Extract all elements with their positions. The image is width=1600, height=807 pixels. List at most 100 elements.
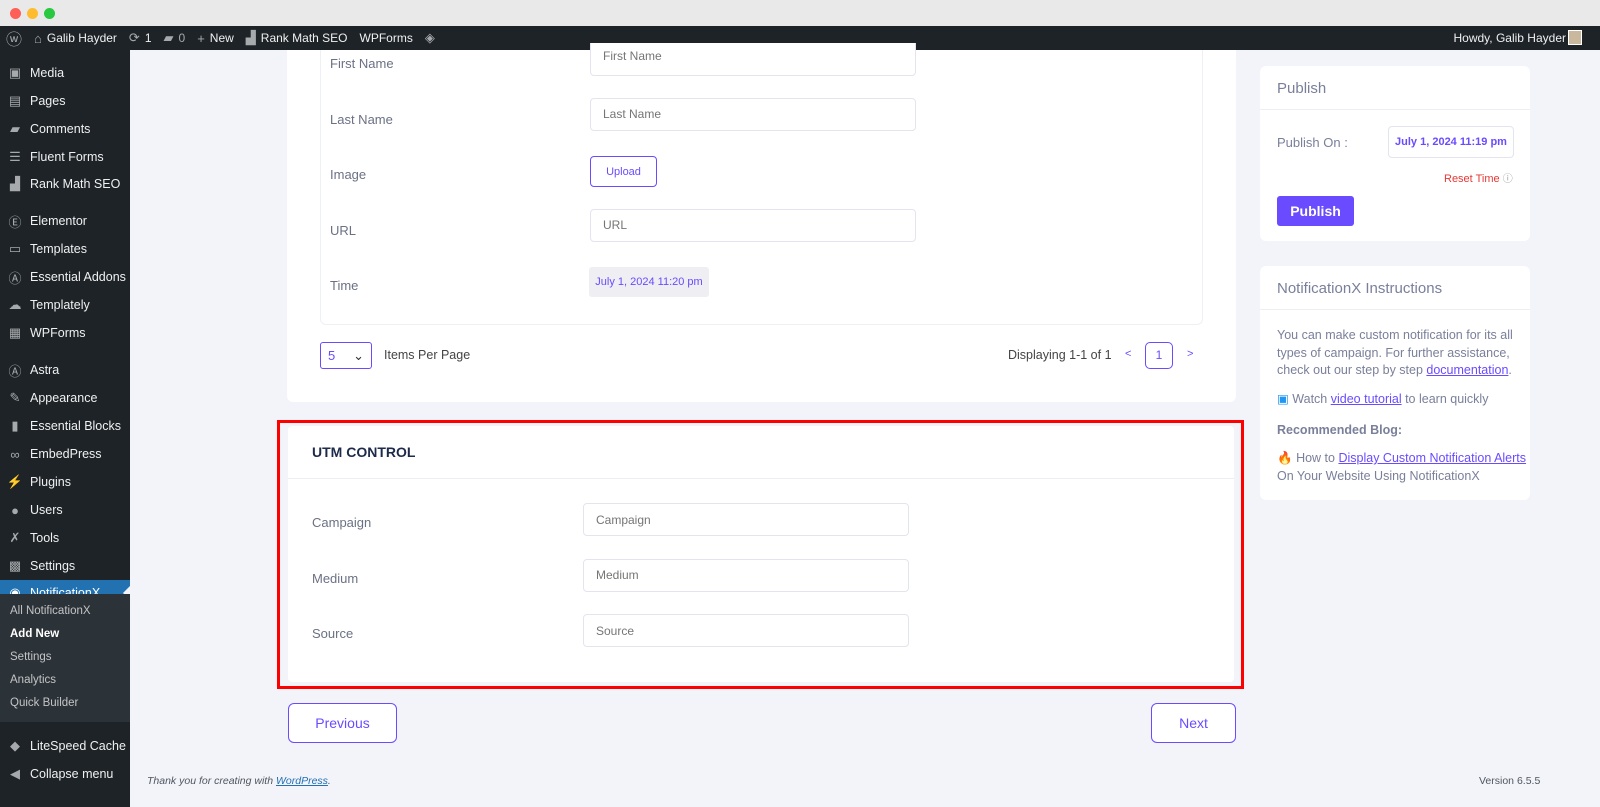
folder-icon: ▭: [8, 241, 22, 256]
site-name-link[interactable]: ⌂ Galib Hayder: [34, 31, 117, 46]
items-per-page-select[interactable]: 5 ⌄: [320, 342, 372, 369]
sidebar-item-templates[interactable]: ▭ Templates: [0, 236, 130, 262]
submenu-item-analytics[interactable]: Analytics: [10, 674, 56, 686]
sidebar-item-essential-blocks[interactable]: ▮ Essential Blocks: [0, 413, 130, 439]
publish-card: Publish Publish On : July 1, 2024 11:19 …: [1260, 66, 1530, 241]
sidebar-item-appearance[interactable]: ✎ Appearance: [0, 385, 130, 411]
publish-date-field[interactable]: July 1, 2024 11:19 pm: [1388, 126, 1514, 158]
comments-link[interactable]: ▰ 0: [164, 30, 186, 46]
items-per-page-label: Items Per Page: [384, 348, 471, 362]
publish-on-label: Publish On :: [1277, 135, 1348, 150]
elementor-icon: Ⓔ: [8, 214, 22, 230]
sidebar-litespeed[interactable]: ◆ LiteSpeed Cache: [0, 733, 130, 759]
sidebar-item-fluent-forms[interactable]: ☰ Fluent Forms: [0, 144, 130, 170]
admin-sidebar: ▣ Media ▤ Pages ▰ Comments ☰ Fluent Forms ▟ Rank …: [0, 50, 130, 807]
sidebar-item-plugins[interactable]: ⚡ Plugins: [0, 469, 130, 495]
diamond-icon[interactable]: ◈: [425, 30, 435, 46]
documentation-link[interactable]: documentation: [1426, 363, 1508, 377]
sidebar-item-wpforms[interactable]: ▦ WPForms: [0, 320, 130, 346]
sidebar-item-label: Settings: [30, 559, 76, 573]
field-label: Last Name: [330, 111, 393, 127]
pages-icon: ▤: [8, 93, 22, 108]
avatar[interactable]: [1568, 30, 1582, 45]
video-tutorial-link[interactable]: video tutorial: [1331, 392, 1402, 406]
notificationx-submenu: All NotificationX Add New Settings Analytic…: [0, 594, 130, 722]
sidebar-item-media[interactable]: ▣ Media: [0, 60, 130, 86]
wpforms-link[interactable]: WPForms: [360, 31, 413, 45]
sidebar-item-tools[interactable]: ✗ Tools: [0, 525, 130, 551]
media-icon: ▣: [8, 65, 22, 80]
submenu-item-all-notificationx[interactable]: All NotificationX: [10, 605, 91, 617]
sidebar-item-settings[interactable]: ▩ Settings: [0, 553, 130, 579]
utm-title: UTM CONTROL: [312, 444, 416, 460]
publish-button[interactable]: Publish: [1277, 196, 1354, 226]
sidebar-item-label: Plugins: [30, 475, 71, 489]
video-icon: ▣: [1277, 392, 1289, 406]
fire-icon: 🔥: [1277, 451, 1293, 465]
blog-link[interactable]: Display Custom Notification Alerts: [1338, 451, 1526, 465]
page-1-button[interactable]: 1: [1145, 342, 1173, 369]
howdy-user[interactable]: Howdy, Galib Hayder: [1454, 31, 1567, 45]
next-page-button[interactable]: >: [1187, 348, 1193, 360]
maximize-window-button[interactable]: [44, 8, 55, 19]
entry-card: [320, 50, 1203, 325]
wordpress-link[interactable]: WordPress: [276, 775, 328, 787]
sidebar-collapse[interactable]: ◀ Collapse menu: [0, 761, 130, 787]
sidebar-item-embedpress[interactable]: ∞ EmbedPress: [0, 441, 130, 467]
sidebar-item-label: Appearance: [30, 391, 98, 405]
comments-icon: ▰: [10, 121, 20, 136]
rankmath-icon: ▟: [245, 30, 256, 45]
divider: [1260, 309, 1530, 310]
sidebar-item-elementor[interactable]: Ⓔ Elementor: [0, 208, 130, 234]
sidebar-item-label: Rank Math SEO: [30, 177, 121, 191]
minimize-window-button[interactable]: [27, 8, 38, 19]
sidebar-item-label: Elementor: [30, 214, 87, 228]
wordpress-logo-icon[interactable]: ⓦ: [6, 26, 22, 50]
sidebar-item-rank-math-seo[interactable]: ▟ Rank Math SEO: [0, 171, 130, 197]
sidebar-item-astra[interactable]: Ⓐ Astra: [0, 357, 130, 383]
wrench-icon: ✗: [9, 530, 21, 545]
sidebar-item-templately[interactable]: ☁ Templately: [0, 292, 130, 318]
next-button[interactable]: Next: [1151, 703, 1236, 743]
sidebar-item-pages[interactable]: ▤ Pages: [0, 88, 130, 114]
reset-time-link[interactable]: Reset Time ⓘ: [1444, 170, 1513, 185]
close-window-button[interactable]: [10, 8, 21, 19]
sidebar-item-comments[interactable]: ▰ Comments: [0, 116, 130, 142]
time-value[interactable]: July 1, 2024 11:20 pm: [589, 267, 709, 297]
astra-icon: Ⓐ: [8, 363, 22, 379]
url-input[interactable]: [590, 208, 916, 242]
collapse-icon: ◀: [10, 766, 20, 781]
upload-button[interactable]: Upload: [590, 156, 657, 187]
chevron-down-icon: ⌄: [353, 348, 364, 363]
field-label: Time: [330, 278, 359, 293]
sidebar-item-label: Essential Blocks: [30, 419, 122, 433]
ea-icon: Ⓐ: [8, 270, 22, 286]
home-icon: ⌂: [34, 30, 42, 46]
rankmath-link[interactable]: ▟ Rank Math SEO: [246, 30, 348, 46]
sidebar-item-users[interactable]: ● Users: [0, 497, 130, 523]
forms-icon: ☰: [9, 149, 21, 164]
field-label: First Name: [330, 56, 394, 71]
submenu-item-add-new[interactable]: Add New: [10, 628, 59, 640]
previous-button[interactable]: Previous: [288, 703, 397, 743]
version-text: Version 6.5.5: [1479, 775, 1541, 787]
submenu-item-settings[interactable]: Settings: [10, 651, 52, 663]
instructions-title: NotificationX Instructions: [1277, 280, 1443, 297]
utm-source-input[interactable]: [583, 614, 909, 647]
field-label: Image: [330, 167, 367, 182]
instructions-text: You can make custom notification for its…: [1277, 328, 1513, 377]
updates-link[interactable]: ⟳ 1: [129, 30, 152, 46]
submenu-item-quick-builder[interactable]: Quick Builder: [10, 697, 78, 709]
plugin-icon: ⚡: [6, 474, 24, 489]
sidebar-item-label: Fluent Forms: [30, 150, 104, 164]
utm-campaign-input[interactable]: [583, 503, 909, 536]
sidebar-item-label: Astra: [30, 363, 60, 377]
prev-page-button[interactable]: <: [1125, 348, 1131, 360]
watch-line: ▣ Watch video tutorial to learn quickly: [1277, 392, 1489, 406]
utm-medium-input[interactable]: [583, 558, 909, 592]
sidebar-item-essential-addons[interactable]: Ⓐ Essential Addons: [0, 264, 130, 290]
last-name-input[interactable]: [590, 97, 916, 131]
sidebar-item-label: EmbedPress: [30, 447, 102, 461]
new-content-link[interactable]: + New: [197, 31, 234, 46]
sidebar-item-label: Pages: [30, 94, 66, 108]
